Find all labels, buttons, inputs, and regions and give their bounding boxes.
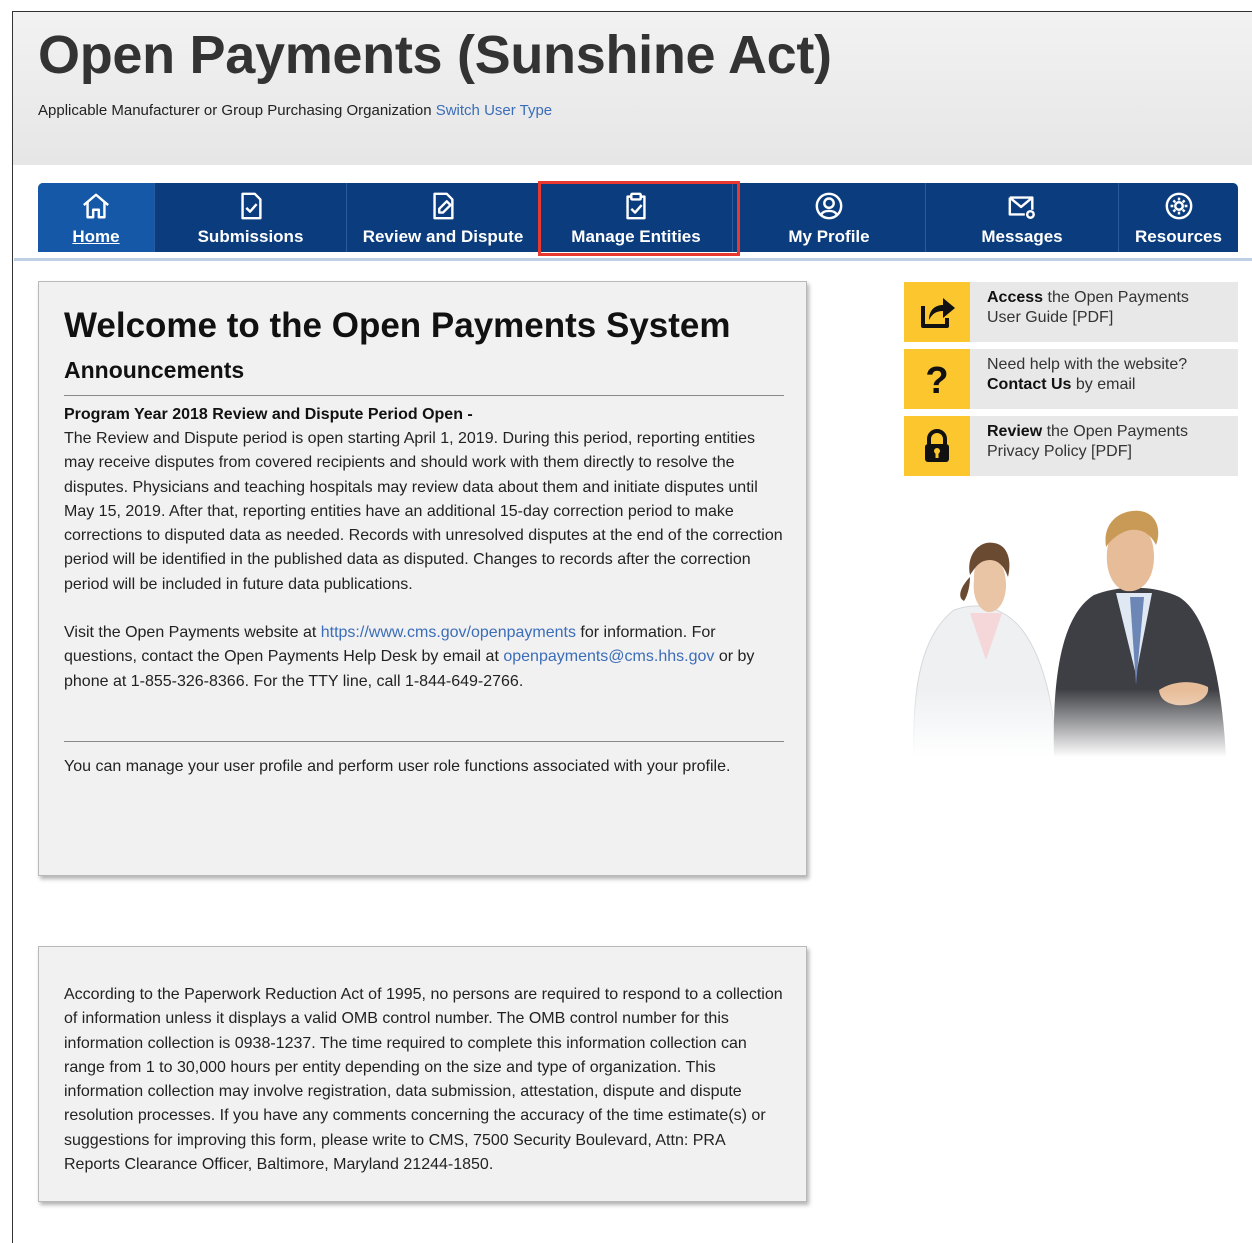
- user-circle-icon: [815, 192, 843, 220]
- announcement-title: Program Year 2018 Review and Dispute Per…: [64, 406, 473, 423]
- nav-underline: [14, 258, 1252, 261]
- paperwork-reduction-text: According to the Paperwork Reduction Act…: [64, 986, 783, 1174]
- nav-review-and-dispute-label: Review and Dispute: [362, 227, 524, 246]
- privacy-policy-line1: the Open Payments: [1042, 423, 1188, 440]
- main-nav: Home Submissions Review and Dispute Mana…: [38, 183, 1238, 252]
- nav-manage-entities-label: Manage Entities: [571, 227, 701, 246]
- user-guide-text: Access the Open Payments User Guide [PDF…: [970, 282, 1189, 342]
- user-type-label: Applicable Manufacturer or Group Purchas…: [38, 102, 432, 119]
- welcome-panel: Welcome to the Open Payments System Anno…: [38, 281, 807, 876]
- nav-review-and-dispute[interactable]: Review and Dispute: [347, 183, 540, 252]
- paperwork-reduction-panel: According to the Paperwork Reduction Act…: [38, 946, 807, 1202]
- doctor-and-businessman-photo: [904, 485, 1238, 757]
- user-guide-bold: Access: [987, 289, 1044, 306]
- announcement-body: The Review and Dispute period is open st…: [64, 430, 783, 593]
- profile-divider: [64, 741, 784, 742]
- lock-icon: [925, 429, 949, 462]
- privacy-policy-text: Review the Open Payments Privacy Policy …: [970, 416, 1188, 476]
- announcements-divider: [64, 395, 784, 396]
- document-check-icon: [240, 192, 262, 220]
- home-icon: [83, 193, 109, 219]
- nav-submissions-label: Submissions: [197, 227, 304, 246]
- nav-resources-label: Resources: [1135, 227, 1222, 246]
- contact-us-link[interactable]: ? Need help with the website? Contact Us…: [904, 349, 1238, 409]
- contact-us-bold: Contact Us: [987, 375, 1072, 393]
- welcome-title: Welcome to the Open Payments System: [64, 306, 731, 345]
- lock-icon-box: [904, 416, 970, 476]
- nav-messages-label: Messages: [981, 227, 1063, 246]
- privacy-policy-link[interactable]: Review the Open Payments Privacy Policy …: [904, 416, 1238, 476]
- nav-home[interactable]: Home: [38, 183, 155, 252]
- nav-home-label: Home: [72, 227, 120, 246]
- question-mark-icon: ?: [925, 360, 948, 399]
- announcements-heading: Announcements: [64, 357, 245, 383]
- nav-resources[interactable]: Resources: [1119, 183, 1238, 252]
- envelope-icon: [1008, 196, 1035, 219]
- question-mark-icon-box: ?: [904, 349, 970, 409]
- visit-prefix: Visit the Open Payments website at: [64, 624, 317, 641]
- website-link[interactable]: https://www.cms.gov/openpayments: [321, 624, 576, 641]
- nav-messages[interactable]: Messages: [926, 183, 1119, 252]
- switch-user-type-link[interactable]: Switch User Type: [436, 102, 552, 119]
- contact-us-line2: by email: [1071, 375, 1136, 393]
- contact-info: Visit the Open Payments website at https…: [64, 621, 784, 694]
- nav-manage-entities[interactable]: Manage Entities: [540, 183, 733, 252]
- nav-my-profile-label: My Profile: [788, 227, 870, 246]
- site-title: Open Payments (Sunshine Act): [38, 25, 832, 85]
- share-arrow-icon: [921, 298, 955, 328]
- privacy-policy-bold: Review: [987, 423, 1043, 440]
- user-type-line: Applicable Manufacturer or Group Purchas…: [38, 102, 552, 119]
- clipboard-check-icon: [626, 192, 646, 220]
- svg-text:?: ?: [925, 360, 948, 399]
- nav-submissions[interactable]: Submissions: [155, 183, 347, 252]
- contact-us-text: Need help with the website? Contact Us b…: [970, 349, 1187, 409]
- profile-text: You can manage your user profile and per…: [64, 758, 731, 775]
- nav-my-profile[interactable]: My Profile: [733, 183, 926, 252]
- gear-icon: [1165, 192, 1192, 220]
- document-edit-icon: [433, 192, 454, 220]
- email-link[interactable]: openpayments@cms.hhs.gov: [503, 648, 714, 665]
- user-guide-line1: the Open Payments: [1043, 289, 1189, 306]
- user-guide-link[interactable]: Access the Open Payments User Guide [PDF…: [904, 282, 1238, 342]
- page-frame-left: [12, 11, 13, 1243]
- privacy-policy-line2: Privacy Policy [PDF]: [987, 442, 1132, 460]
- share-arrow-icon-box: [904, 282, 970, 342]
- user-guide-line2: User Guide [PDF]: [987, 308, 1114, 326]
- contact-us-line1: Need help with the website?: [987, 356, 1188, 373]
